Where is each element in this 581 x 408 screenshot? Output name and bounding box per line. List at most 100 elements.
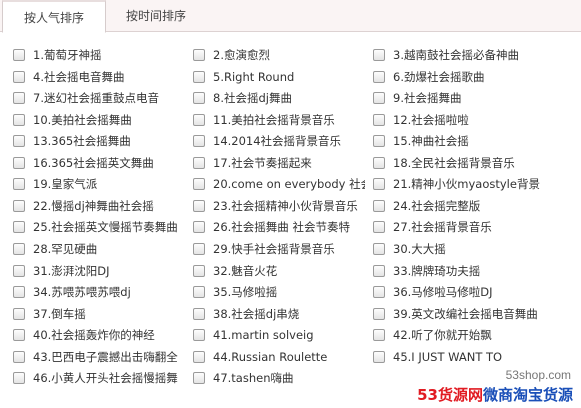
song-checkbox[interactable] bbox=[193, 49, 205, 61]
song-item[interactable]: 11.美拍社会摇背景音乐 bbox=[193, 110, 365, 130]
song-checkbox[interactable] bbox=[193, 113, 205, 126]
song-item[interactable]: 8.社会摇dj舞曲 bbox=[193, 88, 365, 108]
song-checkbox[interactable] bbox=[13, 286, 25, 299]
song-item[interactable]: 13.365社会摇舞曲 bbox=[13, 131, 185, 151]
song-checkbox[interactable] bbox=[13, 49, 25, 61]
song-checkbox[interactable] bbox=[193, 329, 205, 342]
song-checkbox[interactable] bbox=[13, 199, 25, 212]
song-item[interactable]: 34.苏喂苏喂苏喂dj bbox=[13, 282, 185, 302]
tab-sort-by-time[interactable]: 按时间排序 bbox=[112, 0, 200, 32]
song-item[interactable]: 18.全民社会摇背景音乐 bbox=[373, 153, 569, 173]
song-checkbox[interactable] bbox=[373, 242, 385, 255]
song-checkbox[interactable] bbox=[13, 70, 25, 83]
song-checkbox[interactable] bbox=[373, 199, 385, 212]
song-item[interactable]: 46.小黄人开头社会摇慢摇舞 bbox=[13, 368, 185, 388]
song-checkbox[interactable] bbox=[193, 178, 205, 191]
song-item[interactable]: 29.快手社会摇背景音乐 bbox=[193, 239, 365, 259]
song-checkbox[interactable] bbox=[13, 307, 25, 320]
song-item[interactable]: 35.马修啦摇 bbox=[193, 282, 365, 302]
song-item[interactable]: 15.神曲社会摇 bbox=[373, 131, 569, 151]
song-item[interactable]: 21.精神小伙myaostyle背景 bbox=[373, 174, 569, 194]
song-item[interactable]: 16.365社会摇英文舞曲 bbox=[13, 153, 185, 173]
song-item[interactable]: 36.马修啦马修啦DJ bbox=[373, 282, 569, 302]
song-checkbox[interactable] bbox=[373, 264, 385, 277]
song-item[interactable]: 27.社会摇背景音乐 bbox=[373, 217, 569, 237]
song-checkbox[interactable] bbox=[373, 307, 385, 320]
song-item[interactable]: 28.罕见硬曲 bbox=[13, 239, 185, 259]
song-checkbox[interactable] bbox=[373, 156, 385, 169]
song-checkbox[interactable] bbox=[193, 199, 205, 212]
song-checkbox[interactable] bbox=[13, 135, 25, 148]
song-checkbox[interactable] bbox=[13, 372, 25, 385]
song-checkbox[interactable] bbox=[193, 264, 205, 277]
song-item[interactable]: 14.2014社会摇背景音乐 bbox=[193, 131, 365, 151]
song-item[interactable]: 5.Right Round bbox=[193, 67, 365, 87]
song-item[interactable]: 3.越南鼓社会摇必备神曲 bbox=[373, 45, 569, 65]
song-item[interactable]: 30.大大摇 bbox=[373, 239, 569, 259]
song-item[interactable]: 47.tashen嗨曲 bbox=[193, 368, 365, 388]
song-item[interactable]: 38.社会摇dj串烧 bbox=[193, 304, 365, 324]
song-item[interactable]: 10.美拍社会摇舞曲 bbox=[13, 110, 185, 130]
song-item[interactable]: 41.martin solveig bbox=[193, 325, 365, 345]
song-item[interactable]: 2.愈演愈烈 bbox=[193, 45, 365, 65]
watermark-brand-name: 53货源网 bbox=[417, 386, 483, 404]
song-title: 33.牌牌琦功夫摇 bbox=[393, 263, 481, 278]
song-item[interactable]: 23.社会摇精神小伙背景音乐 bbox=[193, 196, 365, 216]
song-item[interactable]: 12.社会摇啦啦 bbox=[373, 110, 569, 130]
song-checkbox[interactable] bbox=[373, 49, 385, 61]
song-checkbox[interactable] bbox=[373, 135, 385, 148]
song-checkbox[interactable] bbox=[13, 350, 25, 363]
song-item[interactable]: 25.社会摇英文慢摇节奏舞曲 bbox=[13, 217, 185, 237]
song-item[interactable]: 26.社会摇舞曲 社会节奏特 bbox=[193, 217, 365, 237]
song-checkbox[interactable] bbox=[13, 242, 25, 255]
song-checkbox[interactable] bbox=[193, 372, 205, 385]
song-checkbox[interactable] bbox=[373, 92, 385, 105]
song-item[interactable]: 6.劲爆社会摇歌曲 bbox=[373, 67, 569, 87]
song-item[interactable]: 44.Russian Roulette bbox=[193, 347, 365, 367]
song-item[interactable]: 19.皇家气派 bbox=[13, 174, 185, 194]
song-checkbox[interactable] bbox=[193, 135, 205, 148]
song-item[interactable]: 40.社会摇轰炸你的神经 bbox=[13, 325, 185, 345]
song-item[interactable]: 1.葡萄牙神摇 bbox=[13, 45, 185, 65]
song-checkbox[interactable] bbox=[373, 221, 385, 234]
song-title: 30.大大摇 bbox=[393, 241, 446, 256]
song-item[interactable]: 37.倒车摇 bbox=[13, 304, 185, 324]
song-item[interactable]: 43.巴西电子震撼出击嗨翻全 bbox=[13, 347, 185, 367]
tab-sort-by-popularity[interactable]: 按人气排序 bbox=[2, 0, 106, 33]
song-checkbox[interactable] bbox=[193, 221, 205, 234]
song-item[interactable]: 17.社会节奏摇起来 bbox=[193, 153, 365, 173]
song-checkbox[interactable] bbox=[373, 286, 385, 299]
song-checkbox[interactable] bbox=[13, 113, 25, 126]
song-item[interactable]: 9.社会摇舞曲 bbox=[373, 88, 569, 108]
song-checkbox[interactable] bbox=[13, 329, 25, 342]
song-item[interactable]: 32.魅音火花 bbox=[193, 261, 365, 281]
song-checkbox[interactable] bbox=[193, 242, 205, 255]
song-checkbox[interactable] bbox=[373, 178, 385, 191]
song-checkbox[interactable] bbox=[193, 156, 205, 169]
song-item[interactable]: 45.I JUST WANT TO bbox=[373, 347, 569, 367]
song-item[interactable]: 7.迷幻社会摇重鼓点电音 bbox=[13, 88, 185, 108]
song-checkbox[interactable] bbox=[373, 113, 385, 126]
song-item[interactable]: 39.英文改编社会摇电音舞曲 bbox=[373, 304, 569, 324]
song-checkbox[interactable] bbox=[13, 178, 25, 191]
song-title: 21.精神小伙myaostyle背景 bbox=[393, 177, 540, 192]
song-checkbox[interactable] bbox=[193, 307, 205, 320]
song-checkbox[interactable] bbox=[373, 350, 385, 363]
song-checkbox[interactable] bbox=[373, 70, 385, 83]
song-checkbox[interactable] bbox=[193, 70, 205, 83]
song-checkbox[interactable] bbox=[13, 264, 25, 277]
song-item[interactable]: 20.come on everybody 社会 bbox=[193, 174, 365, 194]
song-checkbox[interactable] bbox=[193, 286, 205, 299]
song-item[interactable]: 33.牌牌琦功夫摇 bbox=[373, 261, 569, 281]
song-item[interactable]: 42.听了你就开始飘 bbox=[373, 325, 569, 345]
song-checkbox[interactable] bbox=[193, 92, 205, 105]
song-checkbox[interactable] bbox=[13, 221, 25, 234]
song-checkbox[interactable] bbox=[193, 350, 205, 363]
song-checkbox[interactable] bbox=[13, 156, 25, 169]
song-item[interactable]: 4.社会摇电音舞曲 bbox=[13, 67, 185, 87]
song-item[interactable]: 31.澎湃沈阳DJ bbox=[13, 261, 185, 281]
song-item[interactable]: 22.慢摇dj神舞曲社会摇 bbox=[13, 196, 185, 216]
song-item[interactable]: 24.社会摇完整版 bbox=[373, 196, 569, 216]
song-checkbox[interactable] bbox=[373, 329, 385, 342]
song-checkbox[interactable] bbox=[13, 92, 25, 105]
